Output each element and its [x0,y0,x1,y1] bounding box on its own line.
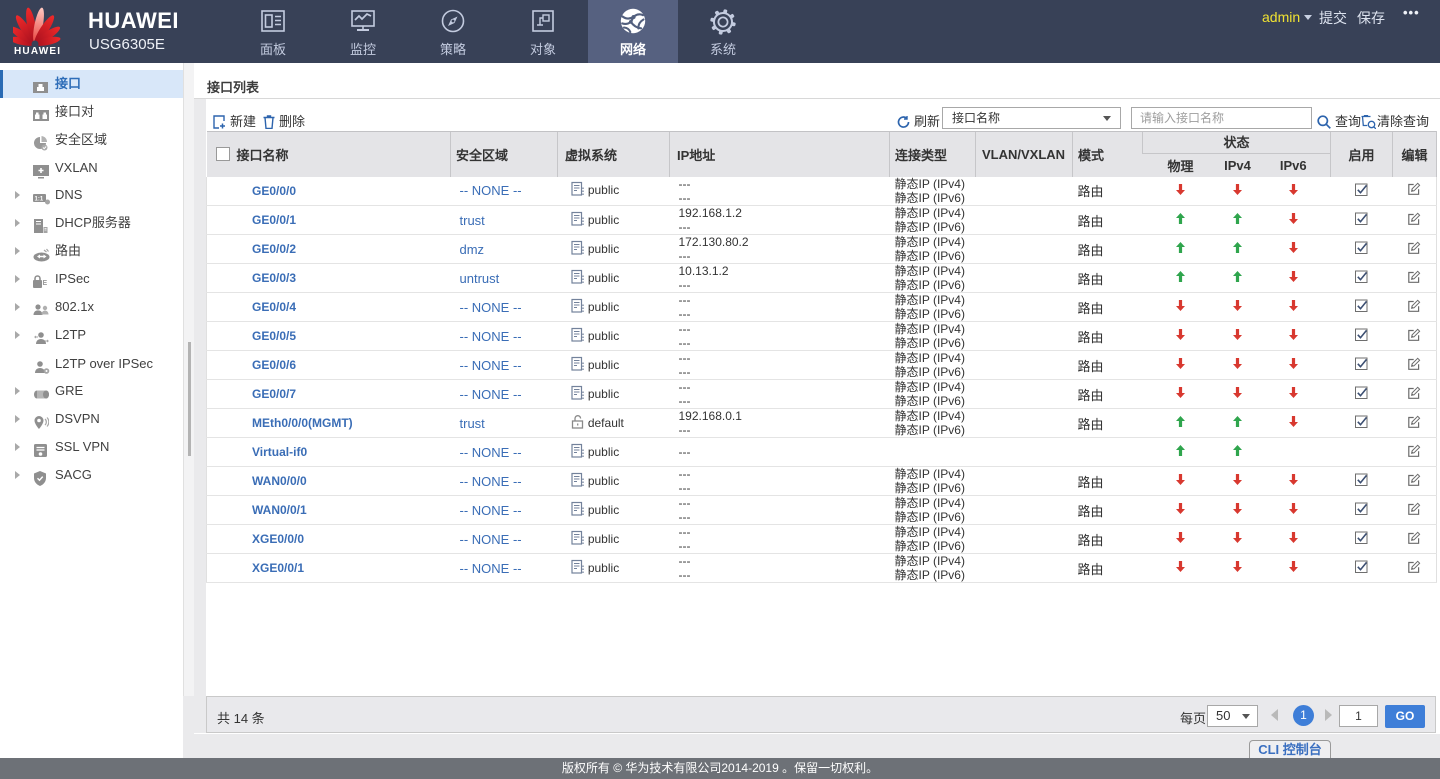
svg-text:E: E [43,280,48,287]
svg-text:1:1: 1:1 [35,197,44,203]
